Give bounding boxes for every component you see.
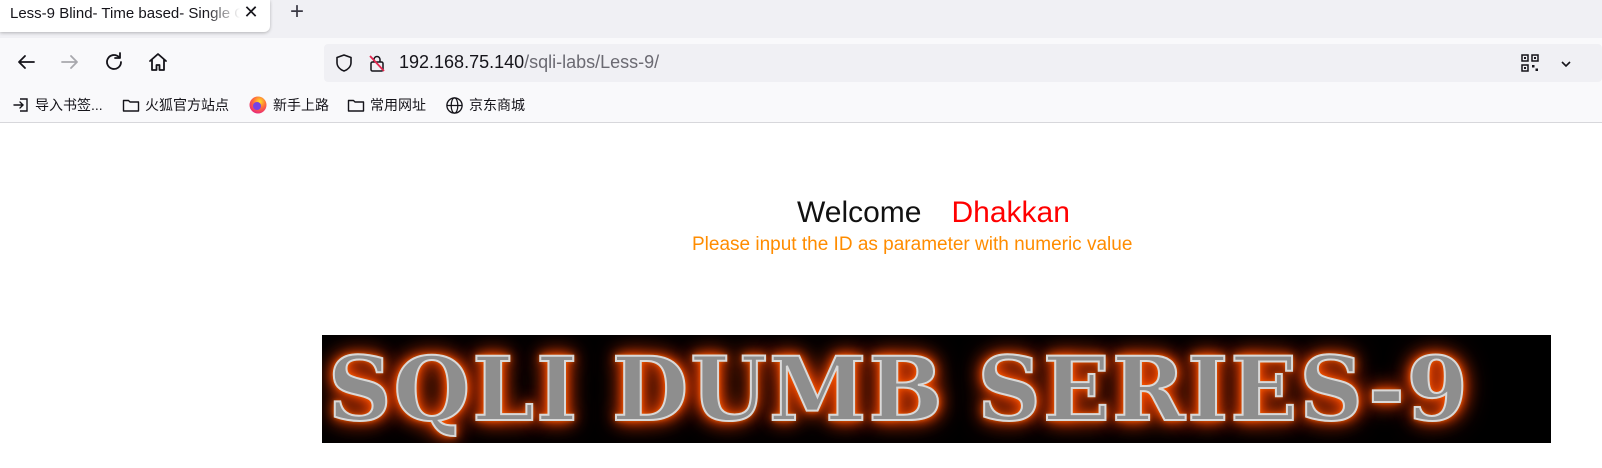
folder-icon — [347, 99, 365, 112]
qr-code-icon[interactable] — [1520, 53, 1540, 73]
firefox-icon — [249, 96, 267, 114]
bookmark-getting-started[interactable]: 新手上路 — [248, 94, 329, 116]
forward-arrow-icon[interactable] — [58, 50, 82, 74]
shield-icon[interactable] — [334, 53, 354, 73]
welcome-name: Dhakkan — [951, 196, 1070, 229]
page-content: Welcome Dhakkan Please input the ID as pa… — [0, 123, 1602, 468]
bookmark-common-sites[interactable]: 常用网址 — [347, 94, 426, 116]
bookmark-label: 导入书签... — [35, 97, 103, 113]
welcome-label: Welcome — [797, 196, 922, 229]
import-icon — [13, 98, 28, 112]
url-path: /sqli-labs/Less-9/ — [524, 52, 660, 72]
address-bar[interactable]: 192.168.75.140/sqli-labs/Less-9/ — [324, 44, 1602, 82]
bookmark-label: 新手上路 — [273, 97, 329, 113]
navigation-toolbar: 192.168.75.140/sqli-labs/Less-9/ — [0, 38, 1602, 88]
folder-icon — [122, 99, 140, 112]
reload-icon[interactable] — [102, 50, 126, 74]
new-tab-icon[interactable]: + — [286, 0, 308, 24]
bookmark-label: 京东商城 — [469, 97, 525, 113]
bookmark-label: 火狐官方站点 — [145, 97, 229, 113]
tab-title: Less-9 Blind- Time based- Single Quotes-… — [10, 5, 240, 22]
close-tab-icon[interactable]: ✕ — [242, 3, 260, 21]
back-arrow-icon[interactable] — [14, 50, 38, 74]
tab-active[interactable]: Less-9 Blind- Time based- Single Quotes-… — [0, 0, 270, 32]
url-text[interactable]: 192.168.75.140/sqli-labs/Less-9/ — [399, 52, 659, 73]
banner-title: SQLI DUMB SERIES-9 — [327, 336, 1470, 442]
welcome-heading: Welcome Dhakkan — [797, 196, 1070, 230]
bookmark-label: 常用网址 — [370, 97, 426, 113]
chevron-down-icon[interactable] — [1560, 57, 1572, 69]
bookmarks-toolbar: 导入书签... 火狐官方站点 新手上路 常用网址 京东商城 — [0, 88, 1602, 123]
instruction-text: Please input the ID as parameter with nu… — [692, 234, 1133, 255]
insecure-lock-icon[interactable] — [367, 53, 387, 73]
home-icon[interactable] — [146, 50, 170, 74]
bookmark-jd[interactable]: 京东商城 — [445, 94, 525, 116]
url-host: 192.168.75.140 — [399, 52, 525, 72]
tab-strip: Less-9 Blind- Time based- Single Quotes-… — [0, 0, 1602, 38]
globe-icon — [446, 96, 463, 114]
bookmark-firefox-site[interactable]: 火狐官方站点 — [122, 94, 229, 116]
bookmark-import[interactable]: 导入书签... — [12, 94, 103, 116]
sqli-banner-image: SQLI DUMB SERIES-9 — [322, 335, 1551, 443]
